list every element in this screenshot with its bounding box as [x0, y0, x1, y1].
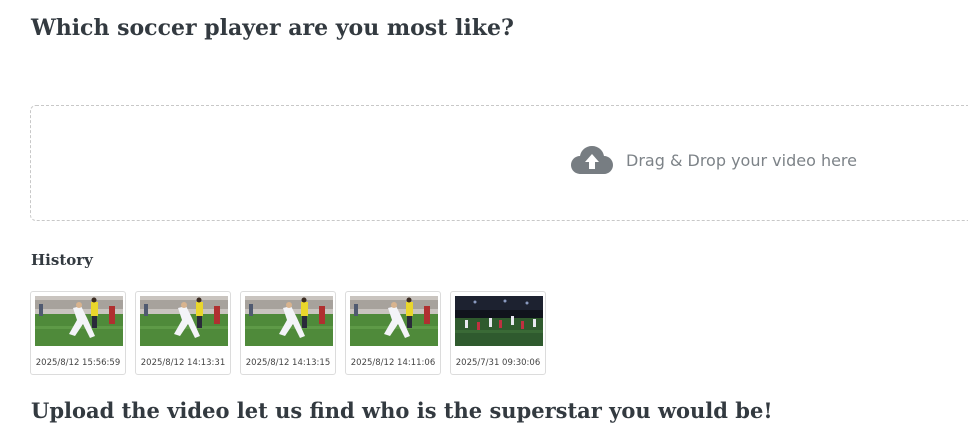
history-item[interactable]: 2025/8/12 14:13:15: [240, 291, 336, 375]
history-item[interactable]: 2025/7/31 09:30:06: [450, 291, 546, 375]
history-item[interactable]: 2025/8/12 14:13:31: [135, 291, 231, 375]
dropzone-content[interactable]: Drag & Drop your video here: [571, 144, 857, 176]
history-timestamp: 2025/7/31 09:30:06: [455, 358, 541, 368]
upload-prompt-heading: Upload the video let us find who is the …: [31, 398, 773, 423]
video-thumbnail: [455, 296, 543, 346]
video-dropzone[interactable]: Drag & Drop your video here: [30, 105, 968, 221]
history-timestamp: 2025/8/12 15:56:59: [35, 358, 121, 368]
history-list: 2025/8/12 15:56:59 2025/8/12 14:13:31 20…: [30, 291, 546, 375]
video-thumbnail: [350, 296, 438, 346]
history-timestamp: 2025/8/12 14:11:06: [350, 358, 436, 368]
history-item[interactable]: 2025/8/12 14:11:06: [345, 291, 441, 375]
history-timestamp: 2025/8/12 14:13:31: [140, 358, 226, 368]
history-heading: History: [31, 251, 93, 269]
video-thumbnail: [35, 296, 123, 346]
cloud-upload-icon: [571, 144, 613, 176]
history-timestamp: 2025/8/12 14:13:15: [245, 358, 331, 368]
dropzone-label: Drag & Drop your video here: [626, 150, 857, 170]
video-thumbnail: [245, 296, 333, 346]
history-item[interactable]: 2025/8/12 15:56:59: [30, 291, 126, 375]
video-thumbnail: [140, 296, 228, 346]
page-title: Which soccer player are you most like?: [31, 15, 514, 41]
